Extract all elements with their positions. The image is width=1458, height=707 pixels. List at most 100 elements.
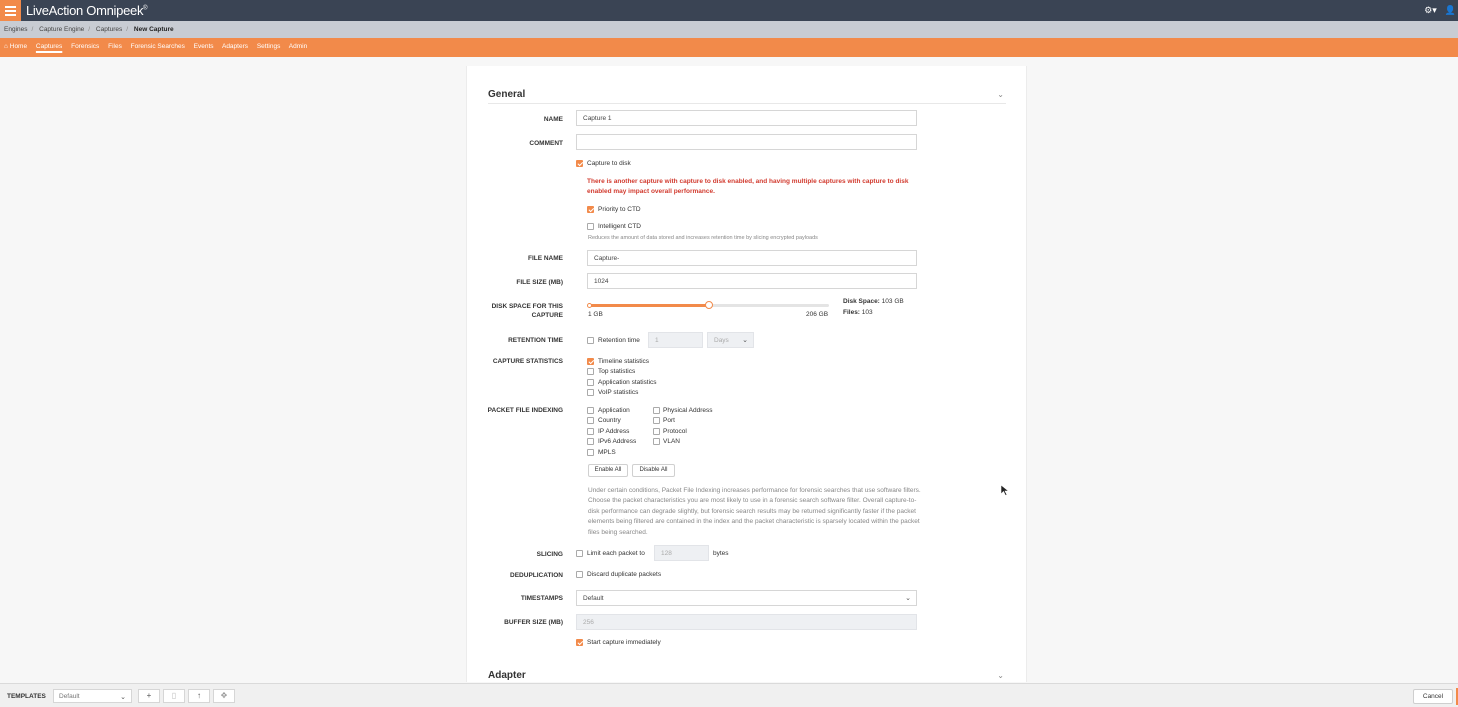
index-vlan-label: VLAN xyxy=(663,438,680,445)
app-brand: LiveAction Omnipeek® xyxy=(26,3,148,18)
slider-max-label: 206 GB xyxy=(806,311,829,318)
index-port-checkbox[interactable] xyxy=(653,417,660,424)
index-ip-label: IP Address xyxy=(598,428,630,435)
index-ip-checkbox[interactable] xyxy=(587,428,594,435)
buffer-label: BUFFER SIZE (MB) xyxy=(504,619,563,626)
main-nav: ⌂ Home Captures Forensics Files Forensic… xyxy=(0,38,1458,57)
intelligent-ctd-label: Intelligent CTD xyxy=(598,223,641,230)
delete-template-button[interactable]: ▯ xyxy=(163,689,185,703)
voip-stats-label: VoIP statistics xyxy=(598,389,639,396)
priority-ctd-checkbox[interactable] xyxy=(587,206,594,213)
breadcrumb-captures[interactable]: Captures xyxy=(96,26,122,33)
index-physical-label: Physical Address xyxy=(663,407,713,414)
name-label: NAME xyxy=(543,116,563,123)
enable-all-button[interactable]: Enable All xyxy=(588,464,628,477)
timestamps-label: TIMESTAMPS xyxy=(520,595,563,602)
chevron-down-icon: ⌄ xyxy=(742,337,748,344)
index-physical-checkbox[interactable] xyxy=(653,407,660,414)
app-stats-checkbox[interactable] xyxy=(587,379,594,386)
index-mpls-checkbox[interactable] xyxy=(587,449,594,456)
breadcrumb: Engines / Capture Engine / Captures / New C… xyxy=(0,21,1458,38)
start-immediately-checkbox[interactable] xyxy=(576,639,583,646)
trash-icon: ▯ xyxy=(171,691,177,700)
gear-icon[interactable]: ⚙▾ xyxy=(1424,5,1437,15)
name-input[interactable] xyxy=(576,110,917,126)
intelligent-ctd-checkbox[interactable] xyxy=(587,223,594,230)
comment-input[interactable] xyxy=(576,134,917,150)
index-country-checkbox[interactable] xyxy=(587,417,594,424)
buffer-input[interactable] xyxy=(576,614,917,630)
nav-home[interactable]: ⌂ Home xyxy=(4,43,27,50)
chevron-down-icon[interactable]: ⌄ xyxy=(997,671,1004,680)
slider-handle[interactable] xyxy=(704,301,713,309)
retention-unit-select[interactable]: Days ⌄ xyxy=(707,332,754,348)
file-name-label: FILE NAME xyxy=(527,255,563,262)
dedup-checkbox[interactable] xyxy=(576,571,583,578)
divider xyxy=(488,103,1006,104)
templates-label: TEMPLATES xyxy=(7,693,46,700)
nav-forensic-searches[interactable]: Forensic Searches xyxy=(131,43,185,50)
footer-bar: TEMPLATES Default ⌄ + ▯ ↑ ✥ Cancel xyxy=(0,683,1458,707)
disk-space-label: DISK SPACE FOR THIS CAPTURE xyxy=(491,303,563,319)
start-immediately-label: Start capture immediately xyxy=(587,639,661,646)
timeline-stats-checkbox[interactable] xyxy=(587,358,594,365)
disk-space-slider[interactable] xyxy=(587,301,829,309)
home-icon: ⌂ xyxy=(4,43,8,50)
capture-to-disk-label: Capture to disk xyxy=(587,160,631,167)
move-template-button[interactable]: ✥ xyxy=(213,689,235,703)
upload-template-button[interactable]: ↑ xyxy=(188,689,210,703)
plus-icon: + xyxy=(146,691,152,700)
file-size-label: FILE SIZE (MB) xyxy=(516,279,563,286)
cancel-button[interactable]: Cancel xyxy=(1413,689,1453,704)
breadcrumb-capture-engine[interactable]: Capture Engine xyxy=(39,26,84,33)
nav-events[interactable]: Events xyxy=(194,43,214,50)
disable-all-button[interactable]: Disable All xyxy=(632,464,675,477)
nav-files[interactable]: Files xyxy=(108,43,122,50)
retention-checkbox[interactable] xyxy=(587,337,594,344)
slicing-value-input[interactable] xyxy=(654,545,709,561)
breadcrumb-current: New Capture xyxy=(133,26,174,33)
slicing-checkbox[interactable] xyxy=(576,550,583,557)
add-template-button[interactable]: + xyxy=(138,689,160,703)
index-ipv6-checkbox[interactable] xyxy=(587,438,594,445)
user-icon[interactable]: 👤 xyxy=(1445,5,1456,15)
retention-value-input[interactable] xyxy=(648,332,703,348)
chevron-down-icon: ⌄ xyxy=(120,694,126,701)
retention-label: RETENTION TIME xyxy=(508,337,563,344)
file-size-input[interactable] xyxy=(587,273,917,289)
dedup-text: Discard duplicate packets xyxy=(587,571,662,578)
timeline-stats-label: Timeline statistics xyxy=(598,358,650,365)
index-ipv6-label: IPv6 Address xyxy=(598,438,637,445)
section-adapter-title[interactable]: Adapter xyxy=(488,670,526,681)
index-country-label: Country xyxy=(598,417,621,424)
nav-captures[interactable]: Captures xyxy=(36,43,62,50)
capture-settings-panel: General ⌄ NAME COMMENT Capture to disk T… xyxy=(466,66,1027,682)
file-name-input[interactable] xyxy=(587,250,917,266)
top-bar: LiveAction Omnipeek® ⚙▾ 👤 xyxy=(0,0,1458,21)
voip-stats-checkbox[interactable] xyxy=(587,389,594,396)
nav-adapters[interactable]: Adapters xyxy=(222,43,248,50)
top-stats-checkbox[interactable] xyxy=(587,368,594,375)
index-application-checkbox[interactable] xyxy=(587,407,594,414)
slider-fill xyxy=(588,304,709,307)
arrow-up-icon: ↑ xyxy=(197,691,201,700)
hamburger-icon[interactable] xyxy=(0,0,21,21)
index-port-label: Port xyxy=(663,417,675,424)
disk-space-info: Disk Space: 103 GB xyxy=(843,298,904,305)
nav-admin[interactable]: Admin xyxy=(289,43,307,50)
capture-stats-label: CAPTURE STATISTICS xyxy=(492,358,563,365)
index-vlan-checkbox[interactable] xyxy=(653,438,660,445)
index-protocol-checkbox[interactable] xyxy=(653,428,660,435)
breadcrumb-engines[interactable]: Engines xyxy=(4,26,28,33)
capture-to-disk-checkbox[interactable] xyxy=(576,160,583,167)
nav-settings[interactable]: Settings xyxy=(257,43,281,50)
chevron-down-icon: ⌄ xyxy=(905,595,911,602)
nav-forensics[interactable]: Forensics xyxy=(71,43,99,50)
template-select[interactable]: Default ⌄ xyxy=(53,689,132,703)
index-application-label: Application xyxy=(598,407,630,414)
slicing-unit: bytes xyxy=(713,550,729,557)
section-general-title[interactable]: General xyxy=(488,89,525,100)
chevron-down-icon[interactable]: ⌄ xyxy=(997,90,1004,99)
index-mpls-label: MPLS xyxy=(598,449,616,456)
timestamps-select[interactable]: Default ⌄ xyxy=(576,590,917,606)
